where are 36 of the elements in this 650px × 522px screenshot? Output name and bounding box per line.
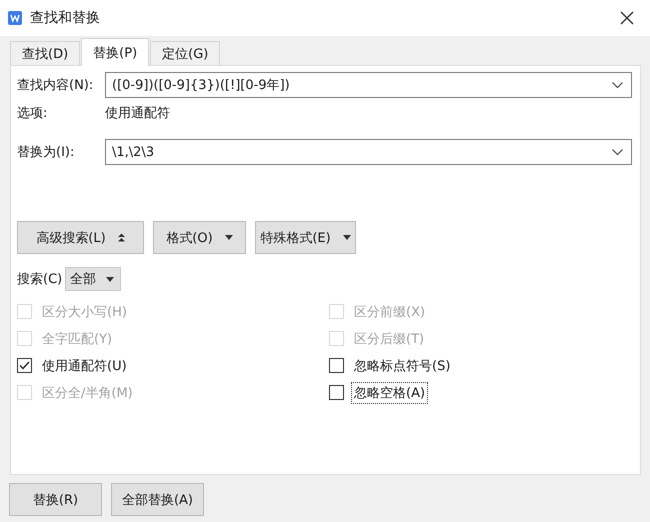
find-label: 查找内容(N):	[17, 77, 94, 94]
checkbox[interactable]	[329, 385, 344, 400]
replace-label: 替换为(I):	[17, 144, 76, 161]
checkbox-label: 区分前缀(X)	[353, 304, 426, 322]
caret-icon	[106, 276, 114, 282]
toolbar-button[interactable]: 特殊格式(E)	[255, 221, 356, 254]
options-label: 选项:	[17, 105, 48, 122]
find-field[interactable]: ([0-9])([0-9]{3})([!][0-9年])	[105, 72, 632, 98]
checkbox-label: 使用通配符(U)	[41, 358, 128, 376]
search-label: 搜索(C)	[17, 271, 62, 288]
options-value: 使用通配符	[105, 105, 170, 122]
tab[interactable]: 定位(G)	[150, 41, 220, 65]
checkbox-label: 区分大小写(H)	[41, 304, 128, 322]
checkbox-label: 忽略标点符号(S)	[353, 358, 452, 376]
app-icon	[8, 11, 22, 25]
window-title: 查找和替换	[30, 9, 101, 27]
chevron-down-icon	[612, 149, 623, 155]
checkbox[interactable]	[329, 358, 344, 373]
checkbox-label: 区分后缀(T)	[353, 330, 426, 348]
caret-icon	[342, 235, 351, 240]
chevron-down-icon	[612, 82, 623, 88]
dialog-button[interactable]: 全部替换(A)	[111, 483, 204, 516]
tab[interactable]: 查找(D)	[10, 41, 80, 65]
dialog-button[interactable]: 替换(R)	[9, 483, 102, 516]
collapse-icon	[118, 233, 125, 242]
close-icon[interactable]	[618, 9, 636, 27]
toolbar-button[interactable]: 高级搜索(L)	[17, 221, 144, 254]
checkbox-label: 全字匹配(Y)	[41, 330, 114, 348]
checkbox[interactable]	[17, 358, 32, 373]
search-dropdown[interactable]: 全部	[65, 267, 122, 291]
tab[interactable]: 替换(P)	[81, 38, 150, 66]
caret-icon	[224, 235, 233, 240]
replace-field[interactable]: \1,\2\3	[105, 139, 632, 165]
toolbar-button[interactable]: 格式(O)	[153, 221, 246, 254]
checkbox-label: 忽略空格(A)	[351, 382, 428, 404]
checkbox-label: 区分全/半角(M)	[41, 384, 134, 402]
